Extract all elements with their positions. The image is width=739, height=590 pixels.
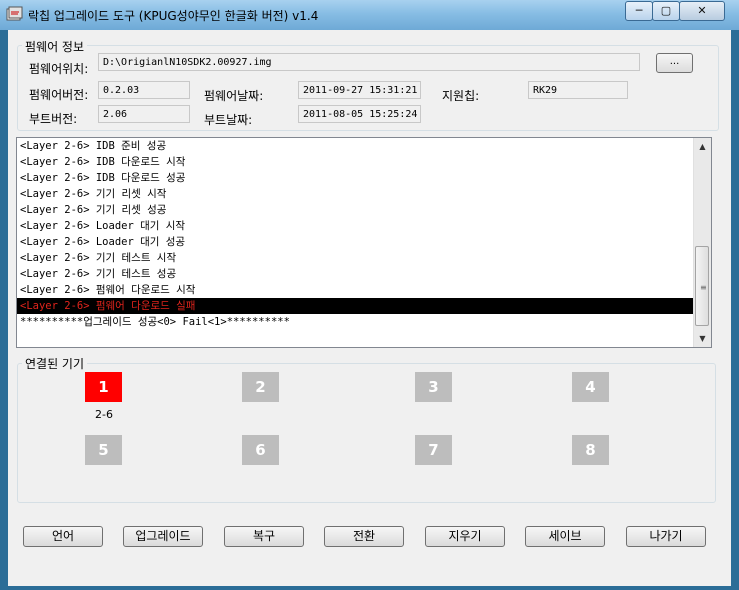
minimize-button[interactable]: ─ — [625, 1, 653, 21]
log-line[interactable]: <Layer 2-6> IDB 다운로드 시작 — [17, 154, 696, 170]
close-button[interactable]: ✕ — [679, 1, 725, 21]
log-line[interactable]: <Layer 2-6> 펌웨어 다운로드 시작 — [17, 282, 696, 298]
erase-button[interactable]: 지우기 — [425, 526, 505, 547]
language-button[interactable]: 언어 — [23, 526, 103, 547]
firmware-date-field: 2011-09-27 15:31:21 — [298, 81, 421, 99]
browse-button[interactable]: ... — [656, 53, 693, 73]
log-line[interactable]: <Layer 2-6> IDB 다운로드 성공 — [17, 170, 696, 186]
supported-chip-label: 지원칩: — [442, 89, 480, 103]
device-slot-1-location: 2-6 — [95, 408, 113, 421]
scroll-down-arrow-icon[interactable]: ▼ — [694, 330, 711, 347]
firmware-info-title: 펌웨어 정보 — [22, 38, 88, 55]
device-slot-1[interactable]: 1 — [85, 372, 122, 402]
boot-version-label: 부트버전: — [29, 112, 78, 126]
firmware-location-label: 펌웨어위치: — [29, 62, 89, 76]
device-slot-8[interactable]: 8 — [572, 435, 609, 465]
restore-button[interactable]: 복구 — [224, 526, 304, 547]
log-line[interactable]: <Layer 2-6> 기기 리셋 성공 — [17, 202, 696, 218]
boot-date-field: 2011-08-05 15:25:24 — [298, 105, 421, 123]
log-listbox[interactable]: <Layer 2-6> IDB 준비 성공 <Layer 2-6> IDB 다운로… — [16, 137, 712, 348]
connected-devices-title: 연결된 기기 — [22, 355, 88, 372]
log-line[interactable]: <Layer 2-6> Loader 대기 시작 — [17, 218, 696, 234]
log-line[interactable]: <Layer 2-6> IDB 준비 성공 — [17, 138, 696, 154]
boot-date-label: 부트날짜: — [204, 113, 253, 127]
log-line[interactable]: <Layer 2-6> Loader 대기 성공 — [17, 234, 696, 250]
main-panel: 펌웨어 정보 펌웨어위치: D:\OrigianlN10SDK2.00927.i… — [8, 30, 731, 586]
log-scrollbar[interactable]: ▲ ≡ ▼ — [693, 138, 711, 347]
device-slot-7[interactable]: 7 — [415, 435, 452, 465]
device-slot-6[interactable]: 6 — [242, 435, 279, 465]
firmware-date-label: 펌웨어날짜: — [204, 89, 264, 103]
app-icon — [6, 6, 23, 21]
device-slot-5[interactable]: 5 — [85, 435, 122, 465]
supported-chip-field: RK29 — [528, 81, 628, 99]
device-slot-4[interactable]: 4 — [572, 372, 609, 402]
scroll-up-arrow-icon[interactable]: ▲ — [694, 138, 711, 155]
save-button[interactable]: 세이브 — [525, 526, 605, 547]
maximize-button[interactable]: ▢ — [652, 1, 680, 21]
device-slot-3[interactable]: 3 — [415, 372, 452, 402]
log-line[interactable]: <Layer 2-6> 기기 테스트 시작 — [17, 250, 696, 266]
firmware-version-label: 펌웨어버전: — [29, 88, 89, 102]
log-line[interactable]: **********업그레이드 성공<0> Fail<1>********** — [17, 314, 696, 330]
log-lines: <Layer 2-6> IDB 준비 성공 <Layer 2-6> IDB 다운로… — [17, 138, 696, 330]
scroll-thumb[interactable]: ≡ — [695, 246, 709, 326]
log-line[interactable]: <Layer 2-6> 기기 테스트 성공 — [17, 266, 696, 282]
device-slot-2[interactable]: 2 — [242, 372, 279, 402]
switch-button[interactable]: 전환 — [324, 526, 404, 547]
exit-button[interactable]: 나가기 — [626, 526, 706, 547]
firmware-location-field[interactable]: D:\OrigianlN10SDK2.00927.img — [98, 53, 640, 71]
log-line[interactable]: <Layer 2-6> 기기 리셋 시작 — [17, 186, 696, 202]
log-line[interactable]: <Layer 2-6> 펌웨어 다운로드 실패 — [17, 298, 696, 314]
window-title: 락칩 업그레이드 도구 (KPUG성야무인 한글화 버전) v1.4 — [28, 9, 319, 23]
grip-icon: ≡ — [700, 283, 707, 292]
upgrade-button[interactable]: 업그레이드 — [123, 526, 203, 547]
title-bar[interactable]: 락칩 업그레이드 도구 (KPUG성야무인 한글화 버전) v1.4 ─ ▢ ✕ — [0, 0, 739, 30]
boot-version-field: 2.06 — [98, 105, 190, 123]
firmware-version-field: 0.2.03 — [98, 81, 190, 99]
